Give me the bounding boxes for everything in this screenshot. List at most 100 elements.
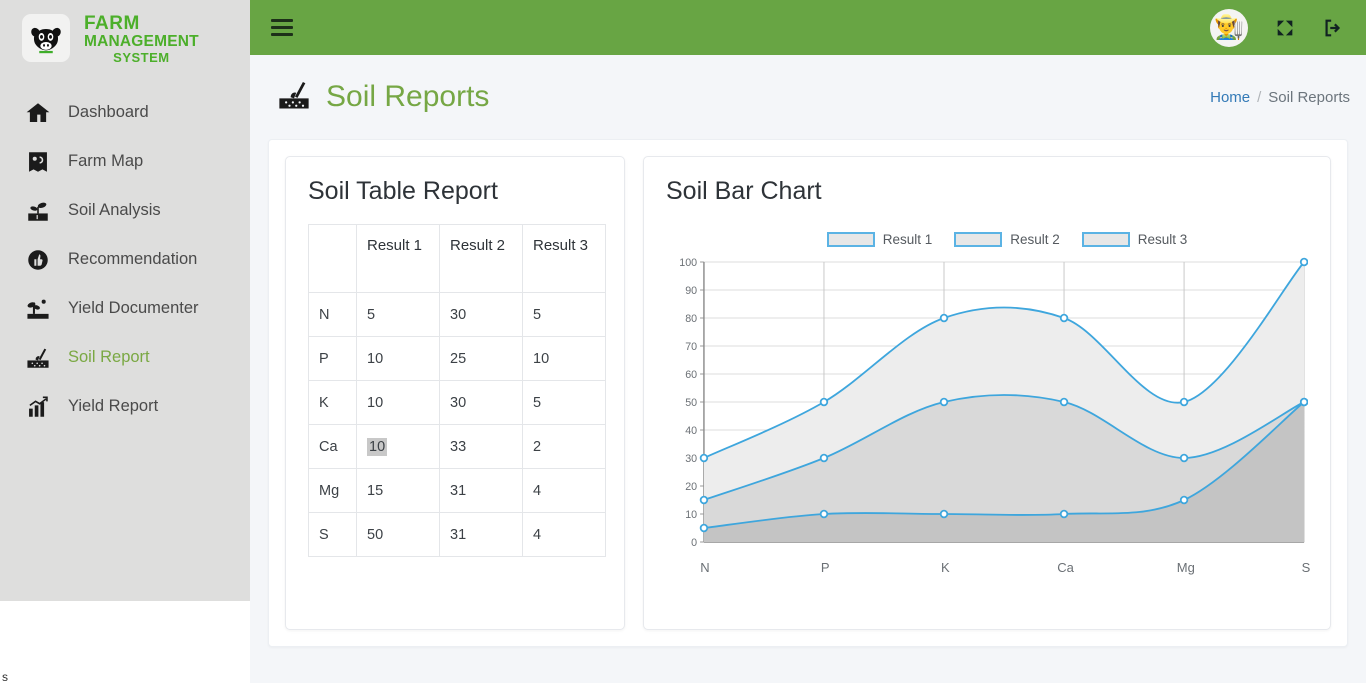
soil-table-card: Soil Table Report Result 1 Result 2 Resu… — [285, 156, 625, 630]
cell-result1: 10 — [356, 336, 440, 381]
brand-logo-block[interactable]: FARM MANAGEMENT SYSTEM — [0, 0, 250, 76]
avatar[interactable]: 👨‍🌾 — [1210, 8, 1248, 47]
legend-label: Result 3 — [1137, 231, 1188, 247]
cell-result2: 25 — [439, 336, 523, 381]
chart-data-point[interactable] — [1061, 511, 1068, 518]
cell-result2: 30 — [439, 292, 523, 337]
row-nutrient: Ca — [308, 424, 357, 469]
legend-swatch — [954, 231, 1003, 247]
cell-result3: 4 — [522, 468, 606, 513]
hamburger-icon[interactable] — [271, 19, 293, 36]
y-tick-label: 100 — [679, 257, 697, 269]
sidebar-item-soil-analysis[interactable]: Soil Analysis — [0, 186, 250, 235]
chart-data-point[interactable] — [701, 525, 708, 532]
house-icon — [24, 99, 52, 127]
row-nutrient: K — [308, 380, 357, 425]
y-tick-label: 70 — [685, 341, 697, 353]
x-tick-label: S — [1301, 560, 1311, 575]
cow-head-icon — [22, 14, 70, 62]
page-header: Soil Reports Home / Soil Reports — [250, 55, 1366, 139]
chart-data-point[interactable] — [1181, 399, 1188, 406]
sidebar-item-label: Yield Report — [68, 397, 159, 415]
soil-area-chart: Result 1 Result 2 Result 3 0 10 20 30 40 50 60 70… — [666, 228, 1311, 578]
chart-data-point[interactable] — [1181, 497, 1188, 504]
app-root: FARM MANAGEMENT SYSTEM Dashboard Farm Ma… — [0, 0, 1366, 683]
table-row: Mg 15 31 4 — [308, 468, 606, 513]
cell-result3: 5 — [522, 292, 606, 337]
bar-chart-icon — [24, 393, 52, 421]
chart-data-point[interactable] — [1301, 399, 1308, 406]
table-row: P 10 25 10 — [308, 336, 606, 381]
sidebar-item-soil-report[interactable]: Soil Report — [0, 333, 250, 382]
brand-line-2: MANAGEMENT — [84, 33, 199, 51]
sidebar-item-label: Farm Map — [68, 152, 144, 170]
legend-swatch — [826, 231, 875, 247]
sidebar-item-yield-report[interactable]: Yield Report — [0, 382, 250, 431]
chart-data-point[interactable] — [701, 497, 708, 504]
x-tick-label: K — [941, 560, 950, 575]
breadcrumb-current: Soil Reports — [1268, 88, 1350, 106]
cell-result3: 5 — [522, 380, 606, 425]
sidebar-nav: Dashboard Farm Map Soil Analysis Recomme… — [0, 88, 250, 431]
chart-data-point[interactable] — [821, 399, 828, 406]
chart-data-point[interactable] — [821, 455, 828, 462]
chart-plot: 0 10 20 30 40 50 60 70 80 90 100 — [666, 256, 1308, 556]
y-tick-label: 80 — [685, 313, 697, 325]
sidebar-item-yield-documenter[interactable]: Yield Documenter — [0, 284, 250, 333]
chart-data-point[interactable] — [941, 399, 948, 406]
sidebar-item-label: Recommendation — [68, 250, 198, 268]
row-nutrient: S — [308, 512, 357, 557]
table-row: S 50 31 4 — [308, 512, 606, 557]
y-tick-label: 40 — [685, 425, 697, 437]
chart-data-point[interactable] — [941, 511, 948, 518]
chart-data-point[interactable] — [1061, 315, 1068, 322]
y-tick-label: 10 — [685, 509, 697, 521]
chart-data-point[interactable] — [941, 315, 948, 322]
topbar: 👨‍🌾 — [250, 0, 1366, 55]
cell-result3: 10 — [522, 336, 606, 381]
sidebar-item-dashboard[interactable]: Dashboard — [0, 88, 250, 137]
brand-line-1: FARM — [84, 13, 140, 35]
sidebar-item-label: Soil Report — [68, 348, 150, 366]
logout-icon[interactable] — [1322, 17, 1344, 39]
cell-result1: 10 — [356, 380, 440, 425]
y-tick-label: 90 — [685, 285, 697, 297]
legend-item-2[interactable]: Result 2 — [954, 231, 1060, 247]
expand-arrows-icon[interactable] — [1274, 17, 1296, 39]
chart-data-point[interactable] — [821, 511, 828, 518]
table-col-blank — [308, 224, 357, 293]
sidebar-item-label: Dashboard — [68, 103, 149, 121]
legend-label: Result 1 — [882, 231, 933, 247]
soil-chart-card: Soil Bar Chart Result 1 Result 2 Result 3 … — [643, 156, 1331, 630]
cell-result2: 31 — [439, 512, 523, 557]
sidebar: FARM MANAGEMENT SYSTEM Dashboard Farm Ma… — [0, 0, 250, 601]
legend-swatch — [1081, 231, 1130, 247]
soil-shovel-icon — [276, 77, 312, 118]
table-col-result3: Result 3 — [522, 224, 606, 293]
table-row: Ca 10 33 2 — [308, 424, 606, 469]
sidebar-item-farm-map[interactable]: Farm Map — [0, 137, 250, 186]
y-tick-label: 20 — [685, 481, 697, 493]
legend-item-1[interactable]: Result 1 — [826, 231, 933, 247]
sidebar-item-recommendation[interactable]: Recommendation — [0, 235, 250, 284]
breadcrumb-home-link[interactable]: Home — [1210, 89, 1250, 106]
chart-data-point[interactable] — [1181, 455, 1188, 462]
x-tick-label: P — [820, 560, 830, 575]
chart-data-point[interactable] — [1301, 259, 1308, 266]
soil-shovel-icon — [24, 344, 52, 372]
farmer-avatar-glyph: 👨‍🌾 — [1214, 13, 1244, 41]
seedling-soil-icon — [24, 197, 52, 225]
breadcrumb: Home / Soil Reports — [1210, 89, 1350, 106]
soil-table: Result 1 Result 2 Result 3 N 5 30 5 P 10… — [308, 224, 606, 557]
cell-result2: 31 — [439, 468, 523, 513]
chart-data-point[interactable] — [1061, 399, 1068, 406]
x-tick-label: Mg — [1176, 560, 1195, 575]
field-camera-icon — [24, 295, 52, 323]
cell-result2: 30 — [439, 380, 523, 425]
main-content: Soil Reports Home / Soil Reports Soil Ta… — [250, 55, 1366, 683]
y-tick-label: 0 — [691, 537, 697, 549]
legend-label: Result 2 — [1010, 231, 1060, 247]
sidebar-item-label: Soil Analysis — [68, 201, 161, 219]
chart-data-point[interactable] — [701, 455, 708, 462]
legend-item-3[interactable]: Result 3 — [1081, 231, 1188, 247]
